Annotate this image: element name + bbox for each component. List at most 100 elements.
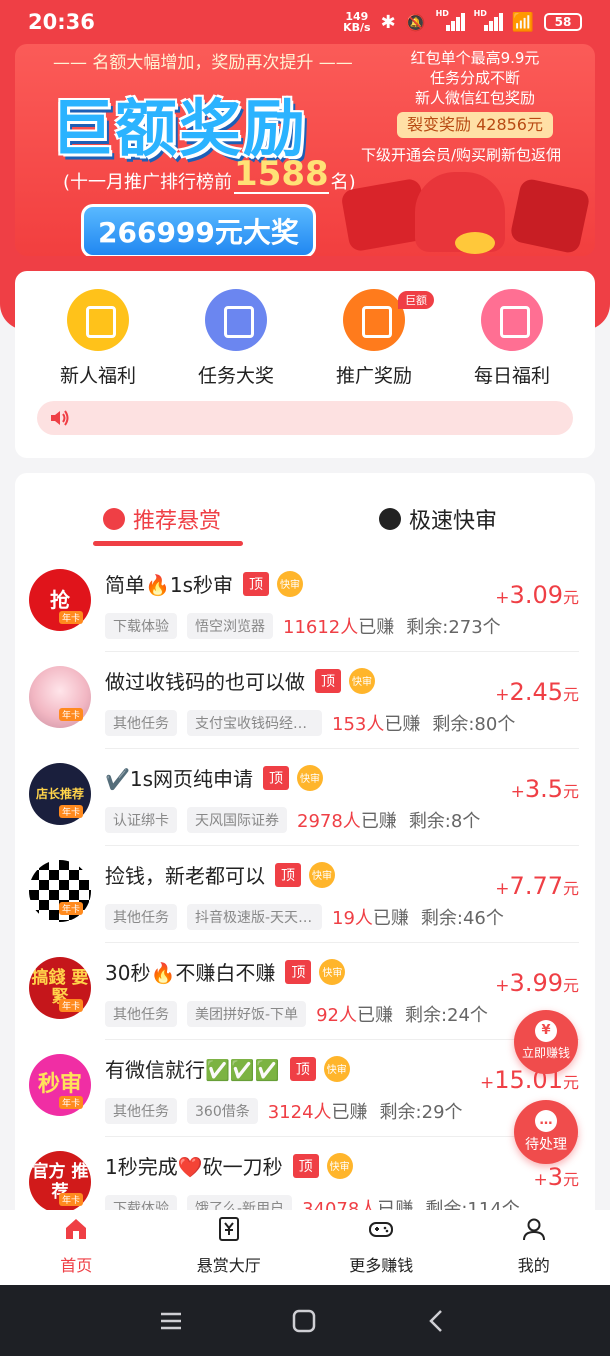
reward-unit: 元 (562, 685, 579, 704)
fast-review-badge: 快审 (319, 958, 346, 985)
bluetooth-icon: ✱ (380, 11, 396, 33)
earned-label: 已赚 (360, 811, 397, 832)
banner-tagline: —— 名额大幅增加，奖励再次提升 —— (53, 53, 353, 73)
back-icon[interactable] (423, 1307, 451, 1335)
banner-rank-prefix: (十一月推广排行榜前 (63, 172, 233, 193)
task-title: ✔️1s网页纯申请 (105, 767, 254, 791)
fast-review-badge: 快审 (326, 1152, 353, 1179)
promo-banner[interactable]: —— 名额大幅增加，奖励再次提升 —— 巨额奖励 (十一月推广排行榜前 1588… (15, 44, 595, 256)
reward-unit: 元 (562, 1170, 579, 1189)
home-square-icon[interactable] (290, 1307, 318, 1335)
nav-label: 我的 (517, 1256, 550, 1275)
feature-label: 每日福利 (473, 365, 550, 387)
pending-button[interactable]: … 待处理 (514, 1100, 578, 1164)
tab-label: 推荐悬赏 (133, 509, 222, 534)
earned-count: 153人 (332, 714, 385, 735)
nav-label: 悬赏大厅 (196, 1256, 261, 1275)
reward-plus: + (495, 976, 510, 996)
nav-home[interactable]: 首页 (0, 1210, 153, 1285)
reward-plus: + (533, 1170, 548, 1190)
nav-mine[interactable]: 我的 (458, 1210, 610, 1285)
megaphone-icon (343, 289, 405, 351)
notice-bar[interactable] (37, 401, 573, 435)
feature-new-user-welfare[interactable]: 新人福利 (38, 289, 158, 388)
tab-fast-review[interactable]: 极速快审 (379, 503, 497, 535)
earned-count: 3124人 (267, 1102, 332, 1123)
feature-card: 新人福利 任务大奖 巨额 推广奖励 每日福利 (15, 271, 595, 458)
calendar-check-icon (481, 289, 543, 351)
task-item[interactable]: 店长推荐 年卡 ✔️1s网页纯申请 顶 快审 认证绑卡 天风国际证券 2978人… (15, 749, 595, 846)
nav-more-earn[interactable]: 更多赚钱 (305, 1210, 458, 1285)
system-nav-bar (0, 1285, 610, 1356)
task-meta: 其他任务 抖音极速版-天天领金币 19人 已赚 剩余:46个 (105, 904, 504, 930)
chat-bubble-icon: … (535, 1110, 557, 1132)
task-app-chip: 支付宝收钱码经营码 (187, 710, 322, 736)
user-icon (522, 1218, 545, 1241)
task-item[interactable]: 抢 年卡 简单🔥1s秒审 顶 快审 下载体验 悟空浏览器 11612人 已赚 剩… (15, 555, 595, 652)
banner-prize-text: 266999元大奖 (84, 207, 313, 255)
feature-task-prize[interactable]: 任务大奖 (176, 289, 296, 388)
task-app-chip: 360借条 (187, 1098, 258, 1124)
banner-rank-number: 1588 (234, 154, 329, 194)
gold-coin-decoration (455, 232, 495, 254)
task-item[interactable]: 搞錢 要緊 年卡 30秒🔥不赚白不赚 顶 快审 其他任务 美团拼好饭-下单 92… (15, 943, 595, 1040)
reward-unit: 元 (562, 976, 579, 995)
task-reward: +3.99元 (495, 969, 579, 997)
nav-reward-hall[interactable]: 悬赏大厅 (153, 1210, 306, 1285)
banner-highlight-2: 任务分成不断 (429, 69, 520, 87)
task-meta: 其他任务 360借条 3124人 已赚 剩余:29个 (105, 1098, 463, 1124)
pin-badge: 顶 (285, 959, 312, 984)
pin-badge: 顶 (292, 1153, 319, 1178)
task-meta: 下载体验 悟空浏览器 11612人 已赚 剩余:273个 (105, 613, 501, 639)
reward-value: 3 (547, 1163, 563, 1191)
reward-value: 3.5 (524, 775, 563, 803)
avatar-text: 秒审 (37, 1072, 82, 1097)
home-icon (66, 1219, 87, 1239)
feature-label: 推广奖励 (335, 365, 412, 387)
reward-unit: 元 (562, 879, 579, 898)
fast-review-badge: 快审 (323, 1055, 350, 1082)
status-time: 20:36 (28, 10, 95, 34)
task-reward: +2.45元 (495, 678, 579, 706)
task-item[interactable]: 年卡 做过收钱码的也可以做 顶 快审 其他任务 支付宝收钱码经营码 153人 已… (15, 652, 595, 749)
earn-now-button[interactable]: ¥ 立即赚钱 (514, 1010, 578, 1074)
task-reward: +3元 (533, 1163, 579, 1191)
earned-label: 已赚 (358, 617, 395, 638)
remaining-count: 剩余:24个 (404, 1005, 488, 1026)
task-app-chip: 美团拼好饭-下单 (187, 1001, 307, 1027)
earned-count: 2978人 (297, 811, 361, 832)
status-bar: 20:36 149 KB/s ✱ 🔕 HD HD 📶 58 (0, 0, 610, 44)
task-app-chip: 悟空浏览器 (187, 613, 273, 639)
task-reward: +3.5元 (511, 775, 579, 803)
banner-highlight-3: 新人微信红包奖励 (414, 89, 535, 107)
speaker-icon (51, 410, 69, 426)
task-category-chip: 其他任务 (105, 1098, 177, 1124)
battery-icon: 58 (544, 13, 582, 31)
task-item[interactable]: 秒审 年卡 有微信就行✅✅✅ 顶 快审 其他任务 360借条 3124人 已赚 … (15, 1040, 595, 1137)
feature-daily-welfare[interactable]: 每日福利 (452, 289, 572, 388)
network-speed: 149 KB/s (343, 11, 370, 33)
pin-badge: 顶 (315, 668, 341, 693)
reward-unit: 元 (562, 588, 579, 607)
signal-icon-2: HD (474, 9, 503, 31)
signal-icon: HD (436, 9, 465, 31)
menu-icon[interactable] (157, 1307, 185, 1335)
reward-value: 3.99 (509, 969, 563, 997)
feature-promotion-reward[interactable]: 巨额 推广奖励 (314, 289, 434, 388)
task-item[interactable]: 年卡 捡钱，新老都可以 顶 快审 其他任务 抖音极速版-天天领金币 19人 已赚… (15, 846, 595, 943)
avatar-text: 抢 (50, 588, 70, 612)
earned-label: 已赚 (331, 1102, 368, 1123)
tab-underline (93, 541, 243, 546)
fission-reward-chip: 裂变奖励 42856元 (397, 112, 553, 138)
fast-review-badge: 快审 (277, 570, 304, 597)
tab-recommended[interactable]: 推荐悬赏 (103, 503, 221, 535)
reward-plus: + (495, 879, 510, 899)
task-app-chip: 天风国际证券 (187, 807, 287, 833)
fast-review-badge: 快审 (309, 861, 335, 888)
task-reward: +15.01元 (480, 1066, 579, 1094)
reward-unit: 元 (562, 782, 579, 801)
gamepad-icon (369, 1222, 394, 1237)
pending-label: 待处理 (525, 1137, 567, 1153)
status-indicators: 149 KB/s ✱ 🔕 HD HD 📶 58 (343, 9, 582, 33)
reward-plus: + (480, 1073, 495, 1093)
